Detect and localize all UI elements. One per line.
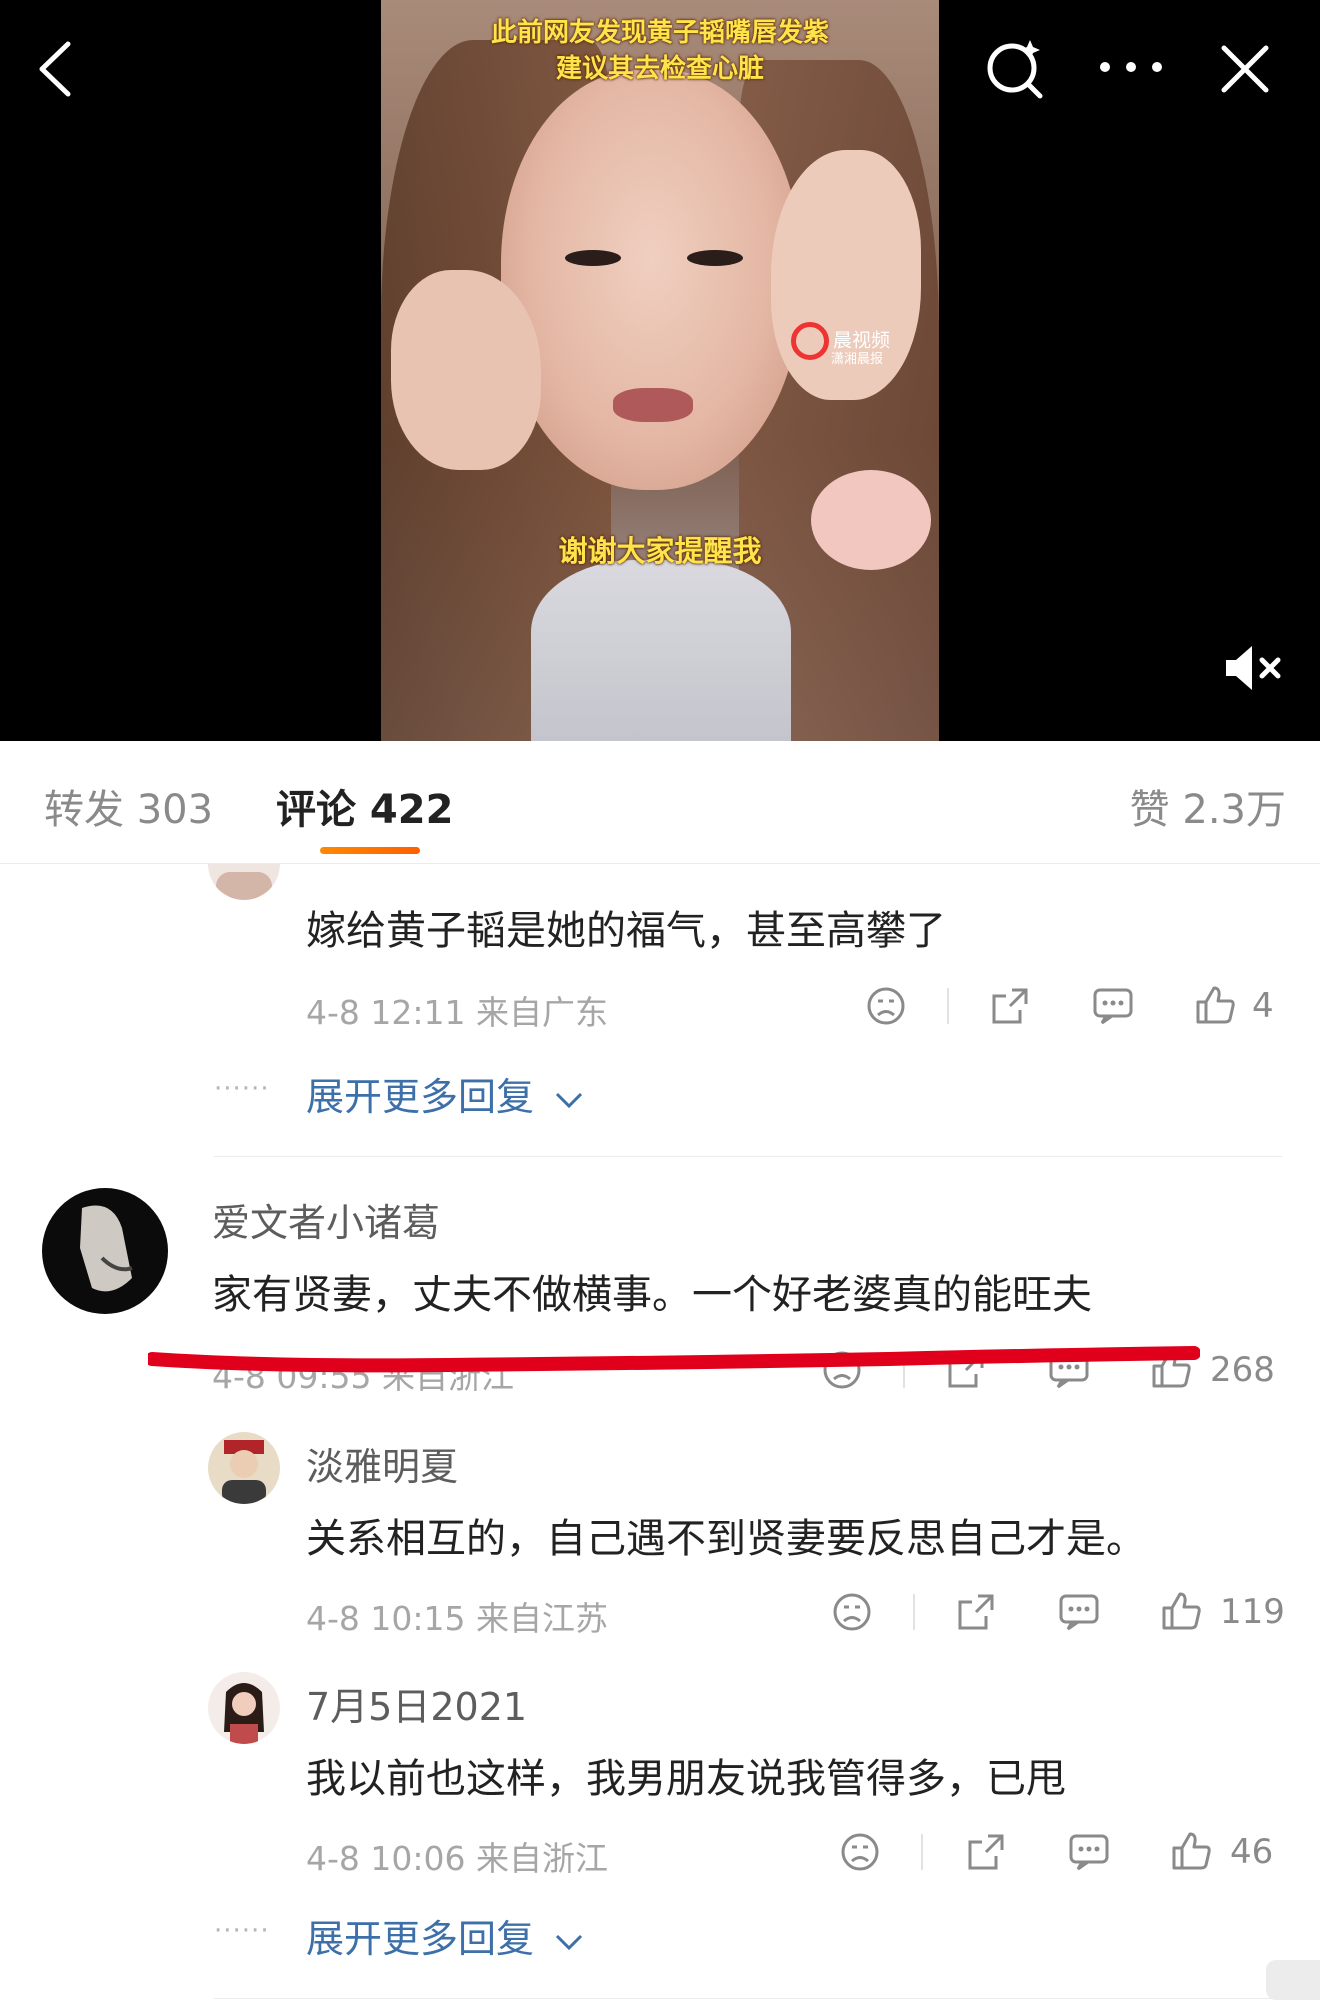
comment-meta: 4-8 09:55 来自浙江: [212, 1357, 514, 1396]
watermark-logo-icon: [791, 322, 829, 360]
like-count: 46: [1230, 1832, 1274, 1872]
avatar[interactable]: [208, 1432, 280, 1504]
scroll-handle[interactable]: [1266, 1960, 1320, 2000]
comment-meta: 4-8 12:11 来自广东: [306, 993, 608, 1032]
video-caption-3: 谢谢大家提醒我: [558, 534, 762, 568]
active-tab-underline: [320, 847, 420, 854]
dislike-icon[interactable]: [832, 1592, 872, 1632]
comment-icon[interactable]: [1058, 1592, 1100, 1632]
close-icon[interactable]: [1220, 44, 1270, 94]
eye-right: [687, 250, 743, 266]
dislike-icon[interactable]: [822, 1350, 862, 1390]
hand-left: [391, 270, 541, 470]
comment-text: 嫁给黄子韬是她的福气，甚至高攀了: [306, 908, 946, 954]
comment-meta: 4-8 10:06 来自浙江: [306, 1839, 608, 1878]
eye-left: [565, 250, 621, 266]
video-caption-1: 此前网友发现黄子韬嘴唇发紫: [490, 18, 829, 48]
expand-label: 展开更多回复: [306, 1075, 535, 1119]
tab-repost-label[interactable]: 转发 303: [44, 777, 213, 835]
username[interactable]: 淡雅明夏: [306, 1436, 458, 1491]
mouth: [613, 388, 693, 422]
avatar[interactable]: [208, 1672, 280, 1744]
search-icon[interactable]: [984, 36, 1048, 100]
comment-text: 关系相互的，自己遇不到贤妻要反思自己才是。: [306, 1516, 1146, 1562]
like-icon[interactable]: [1170, 1830, 1212, 1872]
watermark-sub: 潇湘晨报: [831, 352, 884, 367]
chevron-down-icon: [556, 1934, 583, 1950]
comment-divider: [214, 1998, 1282, 1999]
comment-icon[interactable]: [1068, 1832, 1110, 1872]
chevron-down-icon: [556, 1092, 583, 1108]
comment-divider: [214, 1156, 1282, 1157]
video-frame: 此前网友发现黄子韬嘴唇发紫 建议其去检查心脏 谢谢大家提醒我 晨视频 潇湘晨报: [381, 0, 939, 741]
divider: [947, 988, 949, 1024]
expand-dots: ······: [214, 1074, 270, 1104]
like-count: 119: [1220, 1592, 1285, 1632]
tab-bar-overlay: 转发 303 评论 422 赞 2.3万: [0, 741, 1320, 864]
share-icon[interactable]: [946, 1350, 986, 1390]
share-icon[interactable]: [966, 1832, 1006, 1872]
divider: [903, 1352, 905, 1388]
expand-dots: ······: [214, 1916, 270, 1946]
like-count: 268: [1210, 1350, 1275, 1390]
video-caption-2: 建议其去检查心脏: [555, 54, 764, 84]
comment-meta: 4-8 10:15 来自江苏: [306, 1599, 608, 1638]
like-icon[interactable]: [1150, 1348, 1192, 1390]
tab-comment-label[interactable]: 评论 422: [276, 777, 453, 835]
tab-like-label[interactable]: 赞 2.3万: [1130, 777, 1286, 835]
comment-icon[interactable]: [1092, 986, 1134, 1026]
video-player[interactable]: 此前网友发现黄子韬嘴唇发紫 建议其去检查心脏 谢谢大家提醒我 晨视频 潇湘晨报: [0, 0, 1320, 741]
face: [501, 70, 801, 490]
like-icon[interactable]: [1160, 1590, 1202, 1632]
video-watermark: 晨视频 潇湘晨报: [791, 322, 890, 367]
hoodie: [531, 560, 791, 741]
back-icon[interactable]: [34, 40, 74, 98]
comment-text: 家有贤妻，丈夫不做横事。一个好老婆真的能旺夫: [212, 1272, 1092, 1318]
share-icon[interactable]: [990, 986, 1030, 1026]
expand-more-replies-button[interactable]: 展开更多回复: [306, 1066, 584, 1121]
username[interactable]: 7月5日2021: [306, 1676, 527, 1731]
mute-icon[interactable]: [1222, 640, 1286, 696]
comment-text: 我以前也这样，我男朋友说我管得多，已甩: [306, 1756, 1066, 1802]
comment-icon[interactable]: [1048, 1350, 1090, 1390]
username[interactable]: 爱文者小诸葛: [212, 1192, 440, 1247]
share-icon[interactable]: [956, 1592, 996, 1632]
divider: [913, 1594, 915, 1630]
like-count: 4: [1252, 986, 1274, 1026]
more-icon[interactable]: [1096, 52, 1166, 82]
dislike-icon[interactable]: [866, 986, 906, 1026]
divider: [921, 1834, 923, 1870]
expand-label: 展开更多回复: [306, 1917, 535, 1961]
like-icon[interactable]: [1194, 984, 1236, 1026]
expand-more-replies-button[interactable]: 展开更多回复: [306, 1908, 584, 1963]
dislike-icon[interactable]: [840, 1832, 880, 1872]
avatar[interactable]: [42, 1188, 168, 1314]
